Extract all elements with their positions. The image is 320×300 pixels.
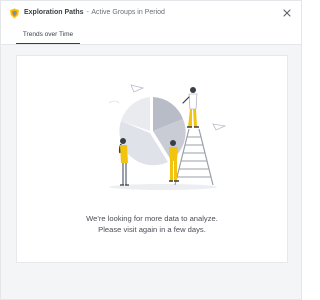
title-separator: - (86, 9, 89, 16)
empty-state-card: We're looking for more data to analyze. … (16, 55, 288, 263)
title-subtitle: Active Groups in Period (91, 9, 165, 16)
panel-window: Exploration Paths - Active Groups in Per… (0, 0, 302, 300)
people-building-pie-chart-illustration (108, 84, 227, 190)
tab-label: Trends over Time (22, 31, 74, 38)
title-main: Exploration Paths (24, 9, 84, 16)
empty-state-line-1: We're looking for more data to analyze. (86, 214, 218, 223)
empty-state-line-2: Please visit again in a few days. (98, 225, 206, 234)
panel-title: Exploration Paths - Active Groups in Per… (24, 8, 165, 18)
panel-header: Exploration Paths - Active Groups in Per… (1, 1, 301, 45)
shield-logo-icon (10, 8, 19, 19)
close-icon[interactable] (283, 9, 291, 17)
header-divider (1, 44, 301, 45)
empty-state-message: We're looking for more data to analyze. … (17, 213, 287, 235)
tab-trends-over-time[interactable]: Trends over Time (16, 29, 80, 45)
